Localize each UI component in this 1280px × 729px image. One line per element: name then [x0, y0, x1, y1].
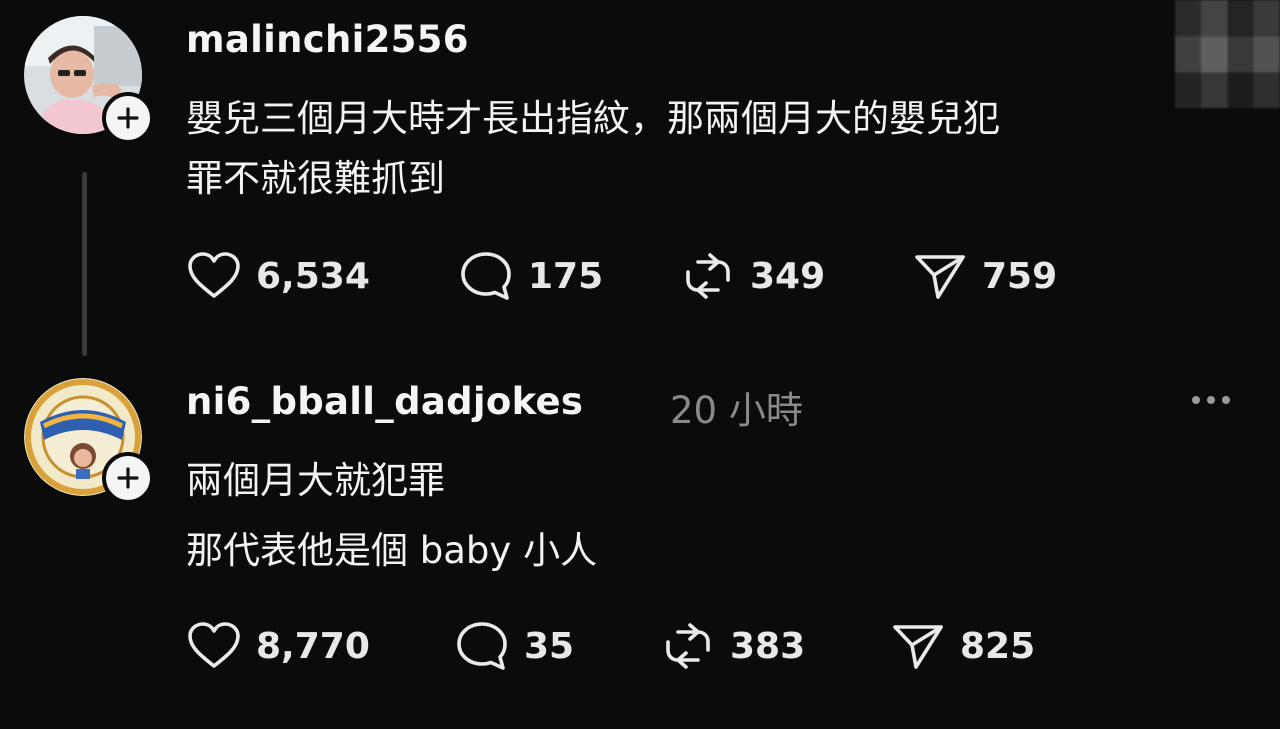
post-body-line: 那代表他是個 baby 小人 — [186, 529, 598, 572]
repost-button[interactable]: 383 — [660, 620, 890, 672]
more-dots-icon — [1207, 396, 1215, 404]
speech-bubble-icon — [461, 252, 511, 300]
plus-icon — [117, 107, 139, 129]
post-body-line: 兩個月大就犯罪 — [186, 459, 445, 502]
send-icon — [893, 625, 943, 669]
send-icon — [915, 255, 965, 299]
share-count: 825 — [960, 625, 1036, 667]
reply-button[interactable]: 175 — [458, 250, 680, 302]
username[interactable]: ni6_bball_dadjokes — [186, 380, 583, 423]
repost-button[interactable]: 349 — [680, 250, 912, 302]
heart-icon — [188, 252, 240, 298]
follow-button[interactable] — [102, 452, 154, 504]
post-timestamp: 20 小時 — [670, 389, 803, 432]
post-item: malinchi2556 嬰兒三個月大時才長出指紋，那兩個月大的嬰兒犯 罪不就很… — [0, 0, 1280, 360]
thread-connector-line — [82, 172, 87, 356]
post-actions: 6,534 175 349 759 — [186, 246, 1057, 306]
post-actions: 8,770 35 383 825 — [186, 616, 1035, 676]
post-body-line: 罪不就很難抓到 — [186, 157, 445, 200]
share-button[interactable]: 759 — [912, 250, 1057, 302]
repost-count: 383 — [730, 625, 806, 667]
post-item: ni6_bball_dadjokes 20 小時 兩個月大就犯罪 那代表他是個 … — [0, 360, 1280, 729]
more-dots-icon — [1222, 396, 1230, 404]
share-count: 759 — [982, 255, 1058, 297]
repost-count: 349 — [750, 255, 826, 297]
follow-button[interactable] — [102, 92, 154, 144]
reply-count: 35 — [524, 625, 575, 667]
share-button[interactable]: 825 — [890, 620, 1035, 672]
like-button[interactable]: 8,770 — [186, 621, 454, 671]
username[interactable]: malinchi2556 — [186, 18, 469, 61]
like-button[interactable]: 6,534 — [186, 251, 458, 301]
reply-button[interactable]: 35 — [454, 620, 660, 672]
repost-icon — [666, 623, 710, 669]
more-dots-icon — [1192, 396, 1200, 404]
like-count: 6,534 — [256, 255, 370, 297]
repost-icon — [686, 253, 730, 299]
speech-bubble-icon — [457, 622, 507, 670]
heart-icon — [188, 622, 240, 668]
plus-icon — [117, 467, 139, 489]
post-body-line: 嬰兒三個月大時才長出指紋，那兩個月大的嬰兒犯 — [186, 97, 1000, 140]
like-count: 8,770 — [256, 625, 370, 667]
reply-count: 175 — [528, 255, 604, 297]
more-options-button[interactable] — [1192, 396, 1230, 404]
